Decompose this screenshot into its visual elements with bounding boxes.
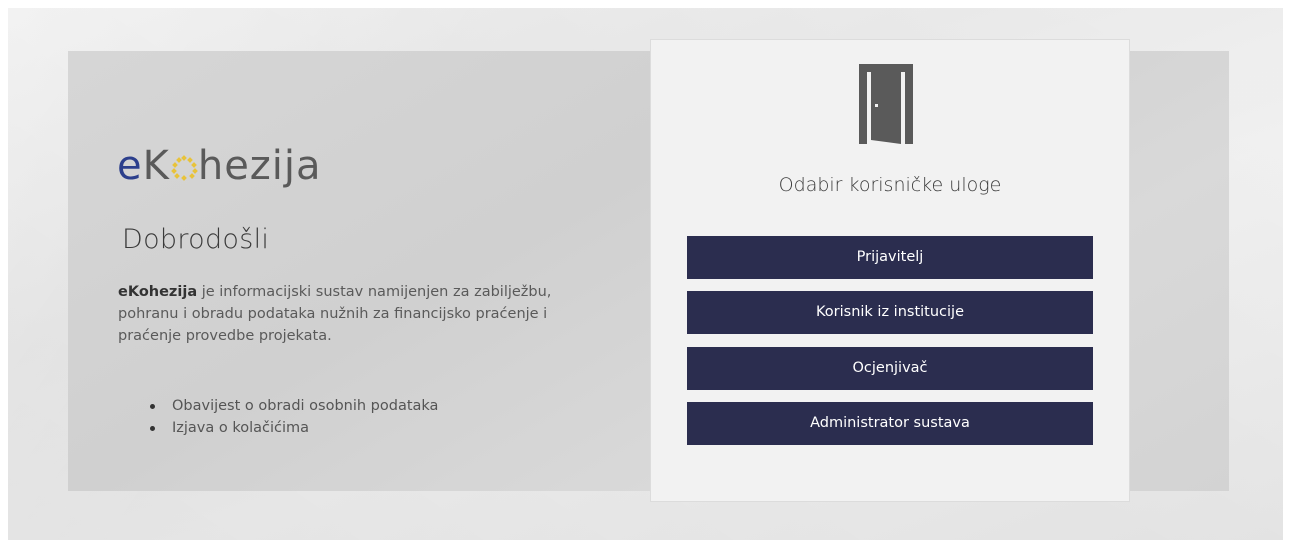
door-open-icon bbox=[859, 64, 913, 144]
privacy-notice-link[interactable]: Obavijest o obradi osobnih podataka bbox=[150, 395, 438, 417]
role-selection-title: Odabir korisničke uloge bbox=[778, 174, 1002, 196]
system-description: eKohezija je informacijski sustav namije… bbox=[118, 281, 558, 347]
role-button-system-administrator[interactable]: Administrator sustava bbox=[687, 402, 1093, 445]
role-button-evaluator[interactable]: Ocjenjivač bbox=[687, 347, 1093, 390]
cookie-statement-link[interactable]: Izjava o kolačićima bbox=[150, 417, 438, 439]
logo-rest: hezija bbox=[197, 143, 322, 189]
info-links: Obavijest o obradi osobnih podataka Izja… bbox=[150, 395, 438, 439]
eu-stars-icon bbox=[171, 154, 198, 181]
logo-e-letter: e bbox=[117, 143, 143, 189]
welcome-heading: Dobrodošli bbox=[122, 224, 270, 255]
role-button-institution-user[interactable]: Korisnik iz institucije bbox=[687, 291, 1093, 334]
role-button-applicant[interactable]: Prijavitelj bbox=[687, 236, 1093, 279]
description-brand: eKohezija bbox=[118, 284, 198, 300]
ekohezija-logo: eK hezija bbox=[117, 146, 322, 186]
logo-k-letter: K bbox=[142, 143, 170, 189]
